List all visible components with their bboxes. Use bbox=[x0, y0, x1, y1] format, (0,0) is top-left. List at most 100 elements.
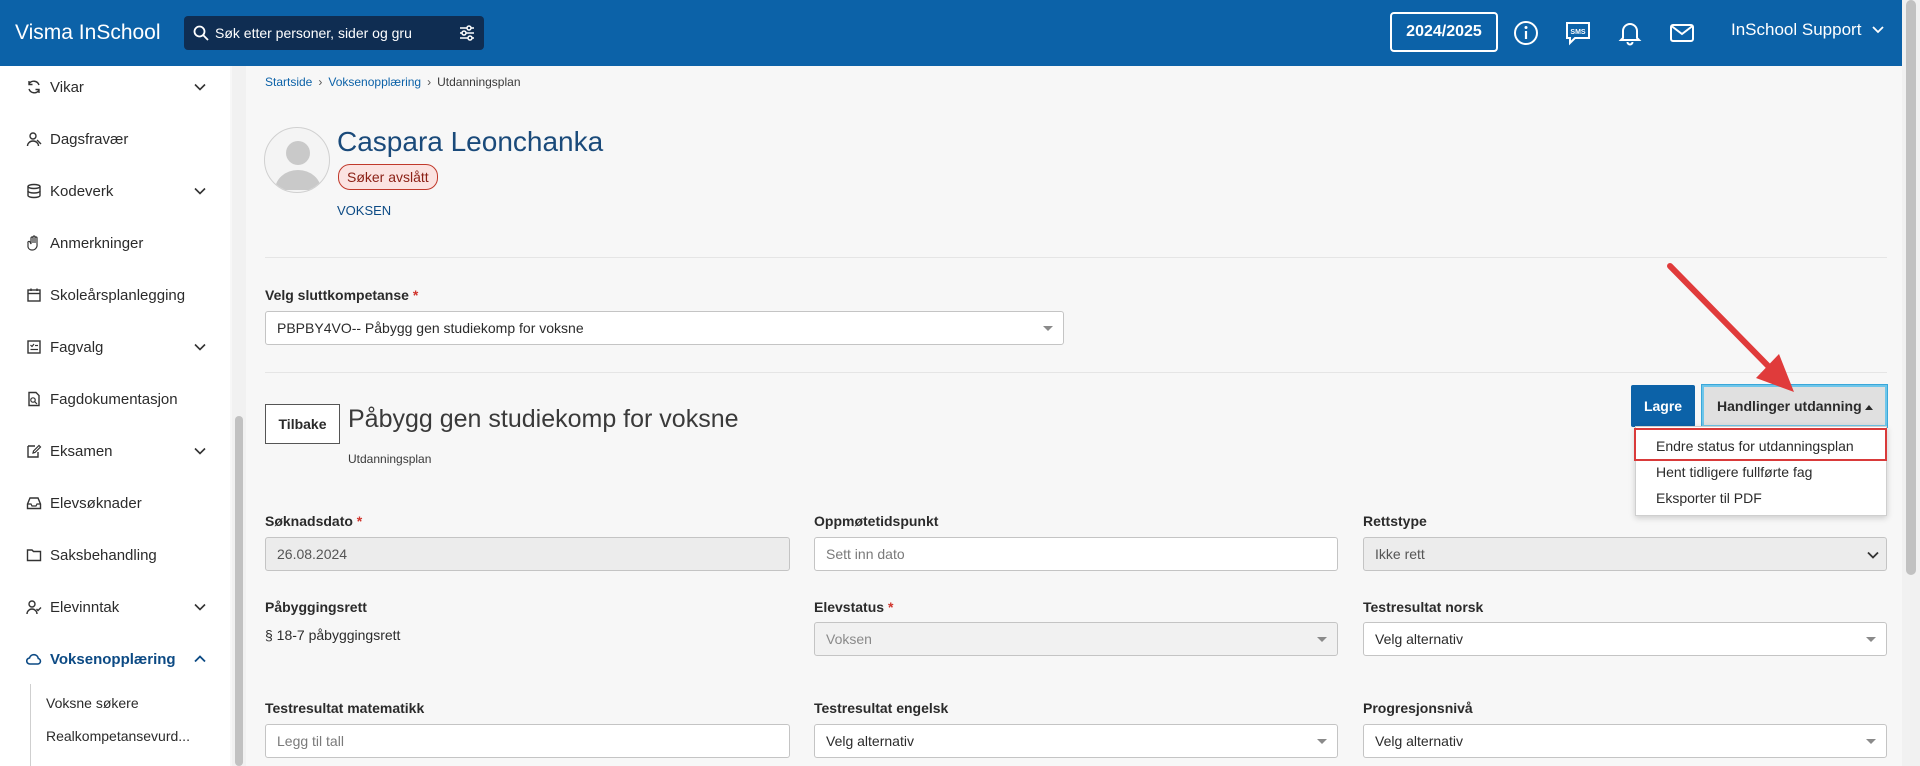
person-silhouette-icon bbox=[275, 141, 321, 190]
hand-icon bbox=[27, 235, 38, 251]
sidebar-item-vikar[interactable]: Vikar bbox=[0, 69, 230, 105]
caret-down-icon bbox=[1866, 637, 1876, 642]
sidebar-item-fagvalg[interactable]: Fagvalg bbox=[0, 329, 230, 365]
chevron-down-icon bbox=[194, 343, 206, 351]
bell-icon[interactable] bbox=[1617, 20, 1643, 46]
rettstype-label: Rettstype bbox=[1363, 513, 1427, 529]
test-engelsk-label: Testresultat engelsk bbox=[814, 700, 949, 716]
cloud-icon bbox=[26, 653, 42, 665]
sidebar: Vikar Dagsfravær Kodeverk Anmerkninger S… bbox=[0, 66, 230, 766]
sms-icon[interactable]: SMS bbox=[1565, 20, 1591, 46]
progresjon-label: Progresjonsnivå bbox=[1363, 700, 1473, 716]
sidebar-item-label: Skoleårsplanlegging bbox=[50, 286, 186, 304]
chevron-up-icon bbox=[194, 655, 206, 663]
mail-icon[interactable] bbox=[1669, 20, 1695, 46]
divider bbox=[265, 372, 1887, 373]
competence-select[interactable]: PBPBY4VO-- Påbygg gen studiekomp for vok… bbox=[265, 311, 1064, 345]
database-icon bbox=[27, 183, 41, 199]
chevron-down-icon bbox=[194, 187, 206, 195]
global-search[interactable]: Søk etter personer, sider og gru bbox=[184, 16, 484, 50]
test-norsk-select[interactable]: Velg alternativ bbox=[1363, 622, 1887, 656]
caret-down-icon bbox=[1317, 637, 1327, 642]
app-brand[interactable]: Visma InSchool bbox=[15, 21, 185, 45]
rettstype-select[interactable]: Ikke rett bbox=[1363, 537, 1887, 571]
test-engelsk-select[interactable]: Velg alternativ bbox=[814, 724, 1338, 758]
breadcrumb-separator: › bbox=[427, 75, 432, 89]
test-norsk-label: Testresultat norsk bbox=[1363, 599, 1484, 615]
menu-item-fetch-completed[interactable]: Hent tidligere fullførte fag bbox=[1656, 464, 1812, 480]
sidebar-item-saksbehandling[interactable]: Saksbehandling bbox=[0, 537, 230, 573]
inbox-icon bbox=[26, 497, 42, 510]
elevstatus-select: Voksen bbox=[814, 622, 1338, 656]
sidebar-subitem-realkompetanse[interactable]: Realkompetansevurd... bbox=[46, 728, 190, 744]
sidebar-scroll-thumb[interactable] bbox=[235, 416, 243, 766]
calendar-icon bbox=[27, 288, 41, 302]
chevron-down-icon bbox=[194, 83, 206, 91]
highlight-box bbox=[1634, 428, 1887, 461]
sidebar-item-label: Eksamen bbox=[50, 442, 113, 460]
menu-item-export-pdf[interactable]: Eksporter til PDF bbox=[1656, 490, 1762, 506]
sidebar-item-kodeverk[interactable]: Kodeverk bbox=[0, 173, 230, 209]
school-year-button[interactable]: 2024/2025 bbox=[1390, 12, 1498, 52]
sidebar-item-label: Vikar bbox=[50, 78, 84, 96]
caret-down-icon bbox=[1866, 739, 1876, 744]
oppmote-date-input[interactable]: Sett inn dato bbox=[814, 537, 1338, 571]
breadcrumb-separator: › bbox=[318, 75, 323, 89]
refresh-icon bbox=[28, 80, 40, 94]
chevron-down-icon bbox=[194, 603, 206, 611]
page-scrollbar[interactable] bbox=[1902, 0, 1920, 766]
oppmote-label: Oppmøtetidspunkt bbox=[814, 513, 939, 529]
avatar bbox=[264, 127, 330, 193]
sidebar-item-label: Fagvalg bbox=[50, 338, 104, 356]
status-badge: Søker avslått bbox=[338, 164, 438, 190]
search-icon bbox=[193, 25, 209, 41]
document-icon bbox=[28, 391, 40, 407]
progresjon-select[interactable]: Velg alternativ bbox=[1363, 724, 1887, 758]
sidebar-item-label: Dagsfravær bbox=[50, 130, 129, 148]
chevron-down-icon bbox=[1867, 551, 1879, 559]
sidebar-item-label: Saksbehandling bbox=[50, 546, 157, 564]
chevron-down-icon bbox=[194, 447, 206, 455]
folder-icon bbox=[26, 549, 42, 562]
edit-icon bbox=[27, 444, 42, 458]
caret-down-icon bbox=[1317, 739, 1327, 744]
sidebar-item-fagdokumentasjon[interactable]: Fagdokumentasjon bbox=[0, 381, 230, 417]
sidebar-item-voksenopplaering[interactable]: Voksenopplæring bbox=[0, 641, 230, 677]
sidebar-item-label: Anmerkninger bbox=[50, 234, 144, 252]
sidebar-scrollbar[interactable] bbox=[232, 66, 246, 766]
sidebar-item-elevinntak[interactable]: Elevinntak bbox=[0, 589, 230, 625]
annotation-arrow bbox=[1667, 263, 1794, 392]
person-name: Caspara Leonchanka bbox=[337, 126, 604, 157]
breadcrumb-voksenopplaering[interactable]: Voksenopplæring bbox=[328, 75, 421, 89]
breadcrumb: Startside › Voksenopplæring › Utdannings… bbox=[265, 75, 521, 89]
competence-label: Velg sluttkompetanse * bbox=[265, 287, 419, 303]
checklist-icon bbox=[27, 340, 41, 354]
page-scroll-thumb[interactable] bbox=[1906, 0, 1916, 575]
elevstatus-label: Elevstatus * bbox=[814, 599, 894, 615]
breadcrumb-startside[interactable]: Startside bbox=[265, 75, 312, 89]
sidebar-item-anmerkninger[interactable]: Anmerkninger bbox=[0, 225, 230, 261]
filter-icon[interactable] bbox=[458, 24, 476, 42]
person-icon bbox=[26, 132, 42, 147]
caret-up-icon bbox=[1865, 405, 1873, 410]
pabyggingsrett-label: Påbyggingsrett bbox=[265, 599, 367, 615]
user-menu[interactable]: InSchool Support bbox=[1731, 20, 1885, 40]
info-icon[interactable] bbox=[1513, 20, 1539, 46]
sidebar-item-skolearsplanlegging[interactable]: Skoleårsplanlegging bbox=[0, 277, 230, 313]
svg-text:SMS: SMS bbox=[1570, 29, 1586, 36]
caret-down-icon bbox=[1043, 326, 1053, 331]
search-input[interactable]: Søk etter personer, sider og gru bbox=[215, 25, 458, 41]
sidebar-item-eksamen[interactable]: Eksamen bbox=[0, 433, 230, 469]
sidebar-item-elevsoknader[interactable]: Elevsøknader bbox=[0, 485, 230, 521]
test-mat-input[interactable]: Legg til tall bbox=[265, 724, 790, 758]
divider bbox=[265, 257, 1887, 258]
person-category: VOKSEN bbox=[337, 203, 392, 218]
sidebar-item-dagsfravaer[interactable]: Dagsfravær bbox=[0, 121, 230, 157]
sidebar-item-label: Voksenopplæring bbox=[50, 650, 176, 668]
breadcrumb-current: Utdanningsplan bbox=[437, 75, 521, 89]
sidebar-subitem-voksne-sokere[interactable]: Voksne søkere bbox=[46, 695, 139, 711]
soknadsdato-field: 26.08.2024 bbox=[265, 537, 790, 571]
person-check-icon bbox=[26, 600, 42, 615]
back-button[interactable]: Tilbake bbox=[265, 404, 340, 444]
sidebar-item-label: Fagdokumentasjon bbox=[50, 390, 178, 408]
